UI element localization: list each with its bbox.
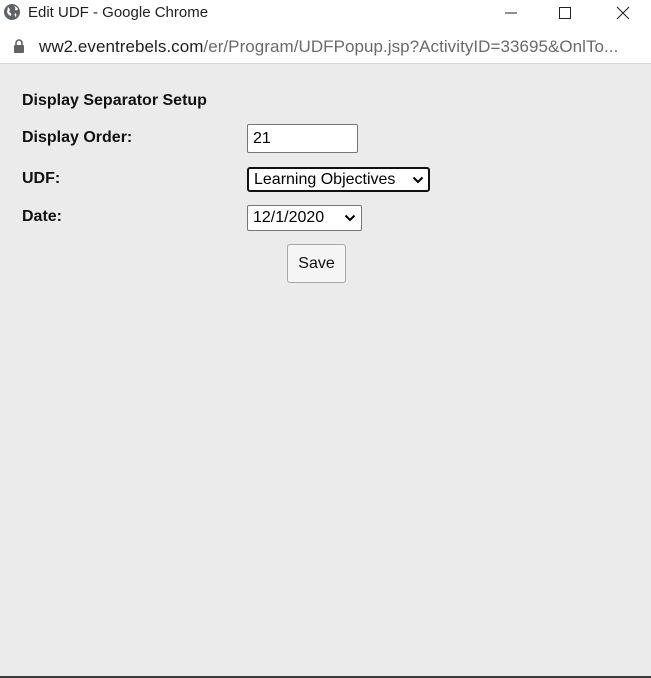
date-label: Date: [22,208,63,225]
udf-select[interactable]: Learning Objectives [247,167,430,192]
maximize-button[interactable] [536,0,594,25]
globe-icon [4,4,20,20]
url-text[interactable]: ww2.eventrebels.com/er/Program/UDFPopup.… [39,37,618,57]
section-heading: Display Separator Setup [22,92,207,109]
display-order-input[interactable] [247,124,358,153]
address-bar[interactable]: ww2.eventrebels.com/er/Program/UDFPopup.… [0,25,651,64]
chevron-down-icon [412,176,424,183]
date-selected-value: 12/1/2020 [253,209,325,226]
url-path: /er/Program/UDFPopup.jsp?ActivityID=3369… [203,37,619,56]
chevron-down-icon [344,214,356,222]
minimize-button[interactable] [482,0,540,25]
udf-selected-value: Learning Objectives [254,170,396,188]
page-content: Display Separator Setup Display Order: U… [0,64,651,678]
save-button[interactable]: Save [287,244,346,283]
window-title: Edit UDF - Google Chrome [28,4,209,21]
lock-icon[interactable] [13,39,25,53]
minimize-icon [505,12,517,13]
display-order-label: Display Order: [22,129,133,146]
maximize-icon [559,6,571,19]
udf-label: UDF: [22,170,61,187]
window-titlebar: Edit UDF - Google Chrome [0,0,651,25]
url-host: ww2.eventrebels.com [39,37,204,56]
close-icon [616,6,630,19]
date-select[interactable]: 12/1/2020 [247,205,362,231]
close-button[interactable] [594,0,651,25]
